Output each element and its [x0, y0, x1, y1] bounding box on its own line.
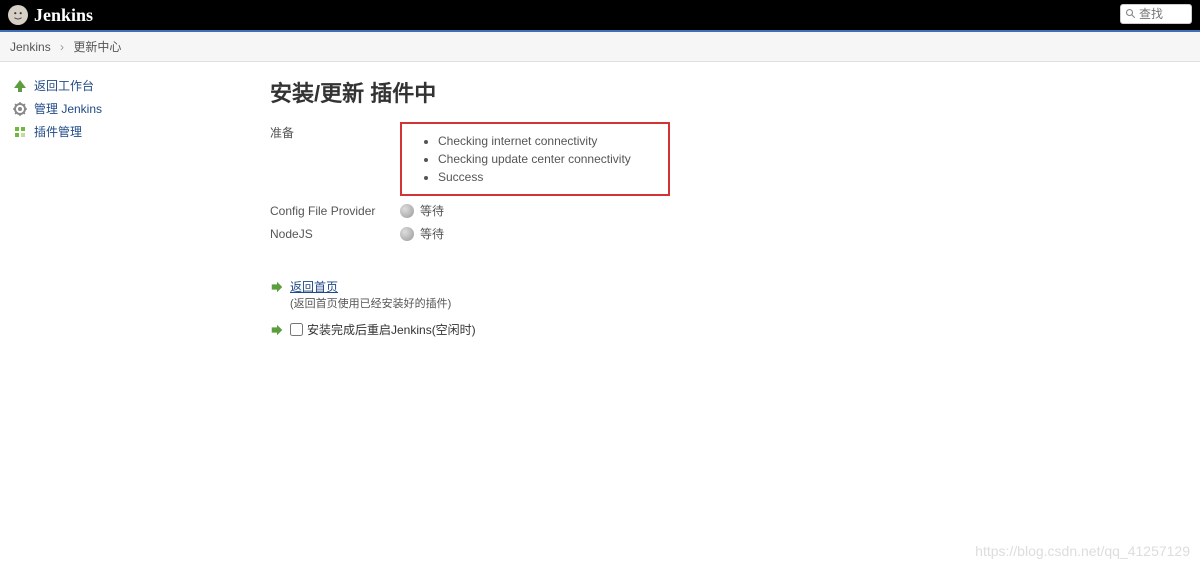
- prepare-label: 准备: [270, 122, 400, 141]
- sidebar-item-back-dashboard[interactable]: 返回工作台: [8, 74, 252, 97]
- search-box[interactable]: [1120, 4, 1192, 24]
- main-content: 安装/更新 插件中 准备 Checking internet connectiv…: [260, 62, 1200, 362]
- plugin-icon: [12, 124, 28, 140]
- spinner-icon: [400, 227, 414, 241]
- breadcrumb: Jenkins › 更新中心: [0, 32, 1200, 62]
- plugin-name: Config File Provider: [270, 202, 400, 218]
- watermark: https://blog.csdn.net/qq_41257129: [975, 543, 1190, 559]
- breadcrumb-item-jenkins[interactable]: Jenkins: [10, 40, 51, 54]
- right-arrow-icon: [270, 323, 284, 337]
- sidebar-item-label: 返回工作台: [34, 77, 94, 94]
- up-arrow-icon: [12, 78, 28, 94]
- logo-text: Jenkins: [34, 5, 93, 26]
- breadcrumb-item-update-center[interactable]: 更新中心: [73, 40, 121, 54]
- restart-checkbox[interactable]: [290, 323, 303, 336]
- search-input[interactable]: [1137, 7, 1187, 21]
- prepare-item: Checking internet connectivity: [438, 132, 652, 150]
- right-arrow-icon: [270, 280, 284, 294]
- gear-icon: [12, 101, 28, 117]
- prepare-row: 准备 Checking internet connectivity Checki…: [270, 122, 1190, 196]
- sidebar-item-label: 插件管理: [34, 123, 82, 140]
- plugin-name: NodeJS: [270, 225, 400, 241]
- search-icon: [1125, 8, 1137, 20]
- sidebar-item-manage-jenkins[interactable]: 管理 Jenkins: [8, 97, 252, 120]
- page-title: 安装/更新 插件中: [270, 76, 1190, 108]
- prepare-item: Success: [438, 168, 652, 186]
- back-home-row: 返回首页 (返回首页使用已经安装好的插件): [270, 278, 1190, 311]
- back-home-sub: (返回首页使用已经安装好的插件): [290, 298, 451, 310]
- prepare-status-box: Checking internet connectivity Checking …: [400, 122, 670, 196]
- jenkins-logo-icon: [8, 5, 28, 25]
- plugin-status: 等待: [420, 225, 444, 242]
- sidebar-item-label: 管理 Jenkins: [34, 100, 102, 117]
- spinner-icon: [400, 204, 414, 218]
- install-row: Config File Provider 等待: [270, 202, 1190, 219]
- install-row: NodeJS 等待: [270, 225, 1190, 242]
- breadcrumb-separator: ›: [60, 40, 64, 54]
- restart-checkbox-label: 安装完成后重启Jenkins(空闲时): [307, 321, 476, 338]
- restart-row: 安装完成后重启Jenkins(空闲时): [270, 321, 1190, 338]
- plugin-status: 等待: [420, 202, 444, 219]
- top-bar: Jenkins: [0, 0, 1200, 30]
- sidebar-item-plugin-manager[interactable]: 插件管理: [8, 120, 252, 143]
- sidebar: 返回工作台 管理 Jenkins 插件管理: [0, 62, 260, 362]
- back-home-link[interactable]: 返回首页: [290, 280, 338, 294]
- logo[interactable]: Jenkins: [8, 5, 93, 26]
- prepare-item: Checking update center connectivity: [438, 150, 652, 168]
